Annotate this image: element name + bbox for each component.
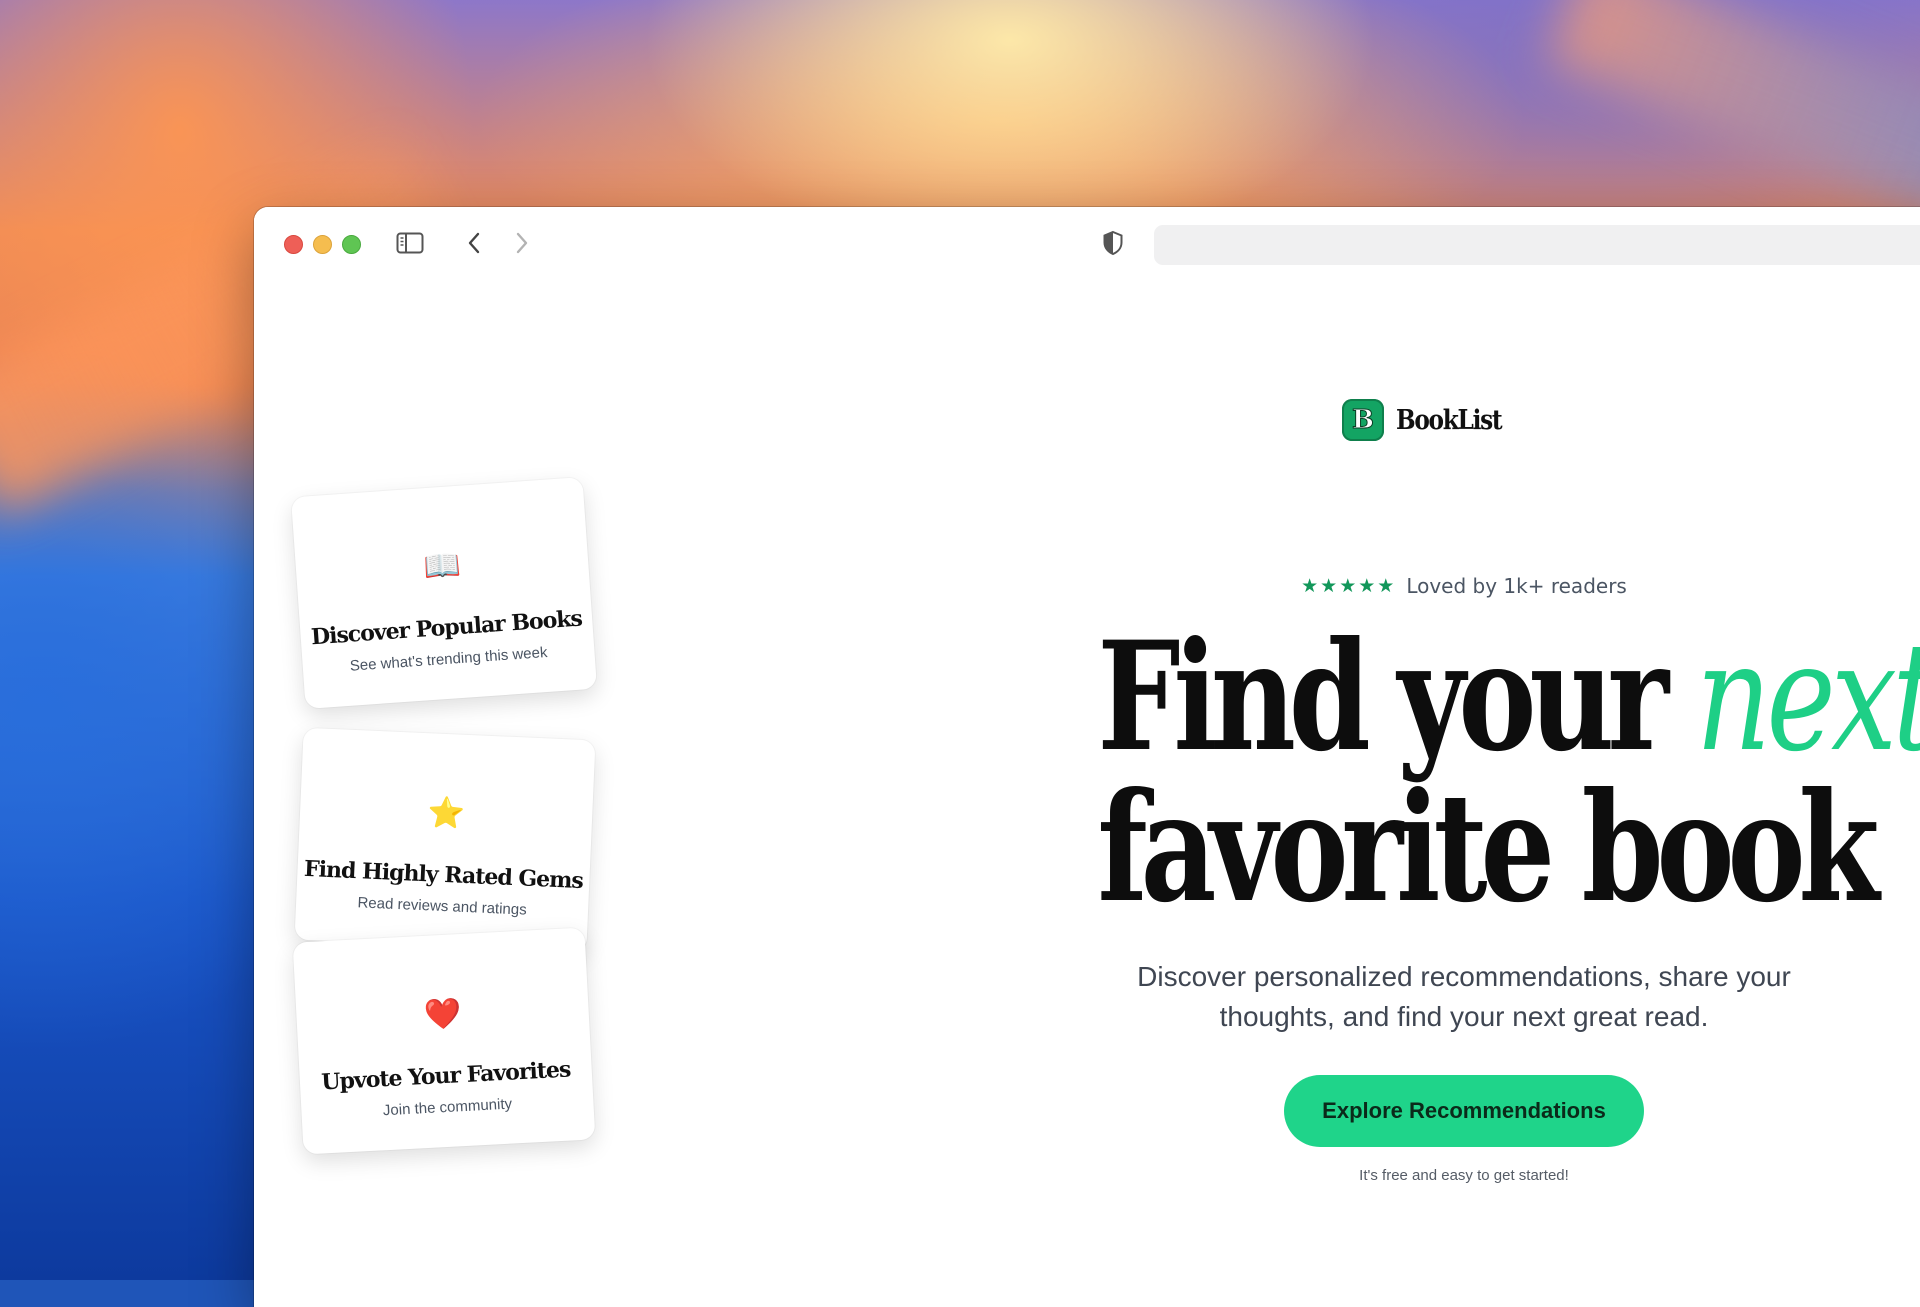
hero-headline: Find your next favorite book [1097, 622, 1920, 923]
heart-icon: ❤️ [423, 996, 463, 1033]
brand-logo[interactable]: B BookList [1342, 399, 1518, 441]
brand-name: BookList [1396, 404, 1503, 436]
star-icon: ⭐ [426, 795, 466, 832]
zoom-window-button[interactable] [342, 235, 361, 254]
chevron-right-icon[interactable] [508, 227, 536, 259]
explore-recommendations-button[interactable]: Explore Recommendations [1284, 1075, 1644, 1147]
close-window-button[interactable] [284, 235, 303, 254]
chevron-left-icon[interactable] [460, 227, 488, 259]
sidebar-icon[interactable] [394, 227, 426, 259]
headline-part2: favorite book [1097, 760, 1879, 936]
brand-mark-icon: B [1342, 399, 1384, 441]
page-content: B BookList 📖 Discover Popular Books See … [254, 279, 1920, 1307]
five-stars-icon: ★★★★★ [1301, 575, 1397, 597]
headline-accent: next [1695, 611, 1920, 785]
hero-section: ★★★★★ Loved by 1k+ readers Find your nex… [994, 574, 1920, 1184]
open-book-icon: 📖 [422, 547, 462, 586]
feature-title: Find Highly Rated Gems [303, 855, 584, 895]
feature-card-popular[interactable]: 📖 Discover Popular Books See what's tren… [290, 477, 598, 709]
browser-window: B BookList 📖 Discover Popular Books See … [254, 207, 1920, 1307]
feature-card-rated[interactable]: ⭐ Find Highly Rated Gems Read reviews an… [294, 727, 596, 953]
shield-icon[interactable] [1098, 227, 1128, 259]
address-bar[interactable] [1154, 225, 1920, 265]
rating-text: Loved by 1k+ readers [1406, 574, 1627, 598]
minimize-window-button[interactable] [313, 235, 332, 254]
brand-mark-letter: B [1352, 405, 1375, 436]
feature-title: Upvote Your Favorites [320, 1056, 571, 1096]
hero-subtext: Discover personalized recommendations, s… [1137, 961, 1791, 1032]
feature-card-upvote[interactable]: ❤️ Upvote Your Favorites Join the commun… [292, 927, 596, 1155]
headline-part1: Find your [1097, 609, 1696, 785]
browser-toolbar [254, 207, 1920, 279]
feature-description: Join the community [382, 1095, 513, 1120]
rating-badge: ★★★★★ Loved by 1k+ readers [994, 574, 1920, 598]
fine-print: It's free and easy to get started! [1359, 1167, 1569, 1184]
feature-description: Read reviews and ratings [357, 894, 528, 919]
